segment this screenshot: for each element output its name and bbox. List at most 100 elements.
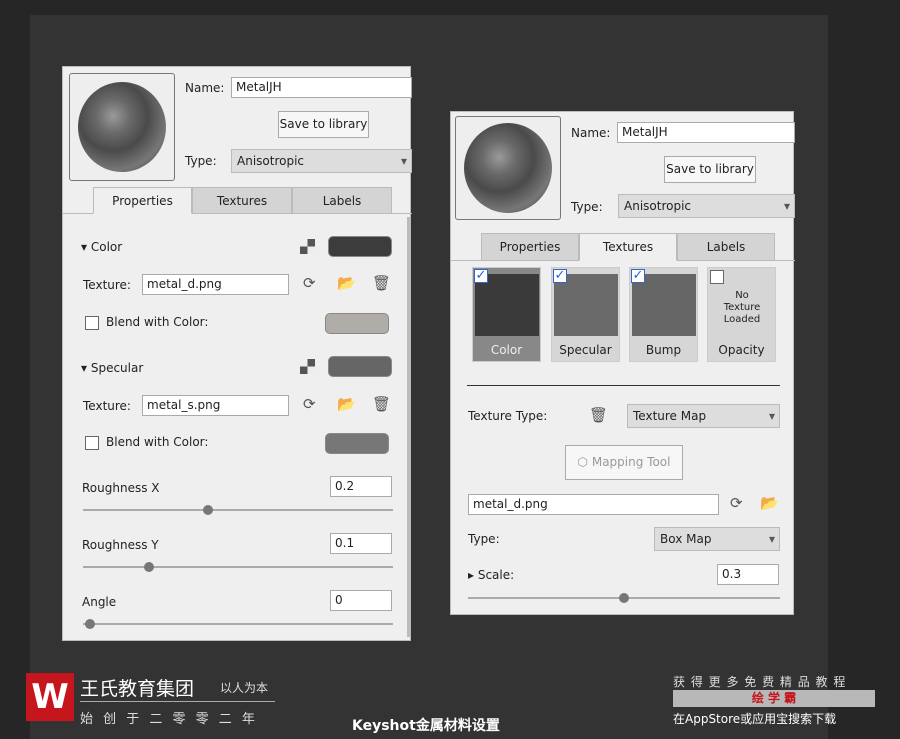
color-swatch[interactable] <box>328 236 392 257</box>
scale-slider[interactable] <box>468 593 780 603</box>
checker-icon[interactable] <box>300 239 315 254</box>
texture-thumbnail <box>554 274 618 336</box>
scale-label: Scale: <box>477 568 515 582</box>
color-section-toggle[interactable]: ▾ Color <box>81 240 122 254</box>
folder-icon[interactable]: 📂 <box>760 494 779 512</box>
map-type-select[interactable]: Box Map <box>654 527 780 551</box>
tab-labels[interactable]: Labels <box>292 187 392 214</box>
type-select[interactable]: Anisotropic <box>231 149 412 173</box>
checker-icon[interactable] <box>300 359 315 374</box>
caption: Keyshot金属材料设置 <box>352 718 500 734</box>
texture-label: Bump <box>645 343 682 357</box>
texture-enabled-checkbox[interactable]: ✓ <box>553 269 567 283</box>
specular-section-toggle[interactable]: ▾ Specular <box>81 361 143 375</box>
tab-textures[interactable]: Textures <box>192 187 292 214</box>
texture-thumbnail <box>475 274 539 336</box>
scrollbar[interactable] <box>407 217 410 637</box>
refresh-icon[interactable]: ⟳ <box>303 274 316 292</box>
texture-slot-specular[interactable]: ✓ Specular <box>551 267 620 362</box>
material-preview <box>69 73 175 181</box>
tab-properties[interactable]: Properties <box>481 233 579 261</box>
mapping-tool-icon: ⬡ <box>577 455 589 469</box>
texture-enabled-checkbox[interactable]: ✓ <box>474 269 488 283</box>
texture-label: Texture: <box>83 399 131 413</box>
name-input[interactable]: MetalJH <box>617 122 795 143</box>
name-input[interactable]: MetalJH <box>231 77 412 98</box>
brand-slogan: 以人为本 <box>220 681 269 695</box>
preview-sphere <box>78 82 166 172</box>
slider-handle[interactable] <box>144 562 154 572</box>
roughness-y-slider[interactable] <box>83 562 393 572</box>
material-panel-textures: Name: MetalJH Save to library Type: Anis… <box>450 111 795 615</box>
brand-name: 王氏教育集团 <box>80 678 195 700</box>
texture-label: Specular <box>559 343 612 357</box>
angle-slider[interactable] <box>83 619 393 629</box>
texture-type-label: Texture Type: <box>468 409 548 423</box>
tab-properties[interactable]: Properties <box>93 187 192 214</box>
folder-icon[interactable]: 📂 <box>337 395 356 413</box>
texture-label: Color <box>490 343 523 357</box>
tab-labels[interactable]: Labels <box>677 233 775 261</box>
blend-color-swatch[interactable] <box>325 313 389 334</box>
texture-slot-bump[interactable]: ✓ Bump <box>629 267 698 362</box>
texture-slot-opacity[interactable]: No Texture Loaded Opacity <box>707 267 776 362</box>
angle-label: Angle <box>82 595 117 609</box>
angle-input[interactable]: 0 <box>330 590 392 611</box>
mapping-tool-label: Mapping Tool <box>591 455 671 469</box>
refresh-icon[interactable]: ⟳ <box>730 494 743 512</box>
roughness-y-label: Roughness Y <box>82 538 159 552</box>
roughness-x-slider[interactable] <box>83 505 393 515</box>
trash-icon[interactable]: 🗑 <box>372 274 391 292</box>
type-select[interactable]: Anisotropic <box>618 194 795 218</box>
material-preview <box>455 116 561 220</box>
blend-specular-label: Blend with Color: <box>106 435 209 449</box>
divider <box>80 701 275 702</box>
refresh-icon[interactable]: ⟳ <box>303 395 316 413</box>
name-label: Name: <box>571 126 611 140</box>
specular-swatch[interactable] <box>328 356 392 377</box>
texture-label: Texture: <box>83 278 131 292</box>
folder-icon[interactable]: 📂 <box>337 274 356 292</box>
no-texture-text: No Texture Loaded <box>723 290 761 325</box>
type-label: Type: <box>185 154 217 168</box>
blend-specular-checkbox[interactable] <box>85 436 99 450</box>
preview-sphere <box>464 123 552 213</box>
scale-input[interactable]: 0.3 <box>717 564 779 585</box>
blend-color-label: Blend with Color: <box>106 315 209 329</box>
logo: W <box>26 673 74 721</box>
promo-bottom: 在AppStore或应用宝搜索下载 <box>673 712 837 726</box>
promo-app-bar: 绘 学 霸 <box>673 690 875 707</box>
founded-text: 始 创 于 二 零 零 二 年 <box>80 712 258 727</box>
save-to-library-button[interactable]: Save to library <box>278 111 369 138</box>
save-to-library-button[interactable]: Save to library <box>664 156 756 183</box>
type-label: Type: <box>571 200 603 214</box>
slider-handle[interactable] <box>85 619 95 629</box>
specular-heading: Specular <box>90 361 144 375</box>
texture-file-input[interactable]: metal_d.png <box>468 494 719 515</box>
material-panel-properties: Name: MetalJH Save to library Type: Anis… <box>62 66 412 641</box>
texture-thumbnail <box>632 274 696 336</box>
color-texture-input[interactable]: metal_d.png <box>142 274 289 295</box>
roughness-y-input[interactable]: 0.1 <box>330 533 392 554</box>
blend-specular-swatch[interactable] <box>325 433 389 454</box>
name-label: Name: <box>185 81 225 95</box>
promo-top: 获 得 更 多 免 费 精 品 教 程 <box>673 675 847 689</box>
divider <box>467 385 780 386</box>
texture-enabled-checkbox[interactable]: ✓ <box>631 269 645 283</box>
scale-toggle[interactable]: ▸ Scale: <box>468 568 514 582</box>
texture-type-select[interactable]: Texture Map <box>627 404 780 428</box>
mapping-tool-button[interactable]: ⬡ Mapping Tool <box>565 445 683 480</box>
blend-color-checkbox[interactable] <box>85 316 99 330</box>
tab-textures[interactable]: Textures <box>579 233 677 261</box>
slider-handle[interactable] <box>619 593 629 603</box>
texture-label: Opacity <box>718 343 765 357</box>
texture-enabled-checkbox[interactable] <box>710 270 724 284</box>
trash-icon[interactable]: 🗑 <box>589 406 608 424</box>
promo-app-name: 绘 学 霸 <box>751 691 797 705</box>
specular-texture-input[interactable]: metal_s.png <box>142 395 289 416</box>
roughness-x-input[interactable]: 0.2 <box>330 476 392 497</box>
texture-slot-color[interactable]: ✓ Color <box>472 267 541 362</box>
trash-icon[interactable]: 🗑 <box>372 395 391 413</box>
slider-handle[interactable] <box>203 505 213 515</box>
color-heading: Color <box>90 240 123 254</box>
